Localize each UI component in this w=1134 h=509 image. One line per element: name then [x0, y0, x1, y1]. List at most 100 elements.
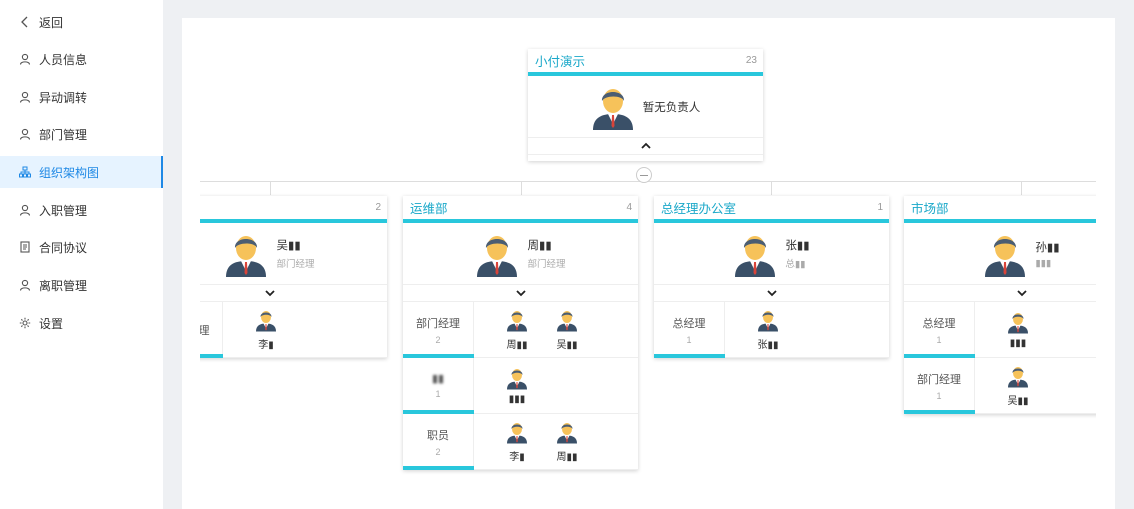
user-icon: [19, 128, 31, 140]
chevron-down-icon: [1016, 290, 1027, 297]
role-cell: ▮▮ 1: [403, 358, 474, 414]
connector-line: [771, 181, 772, 195]
back-button[interactable]: 返回: [0, 6, 163, 38]
sidebar-item-label: 返回: [39, 15, 64, 30]
avatar: [985, 235, 1026, 277]
role-count: 1: [936, 390, 942, 401]
org-card-department: 运维部 4 周▮▮ 部门经理 部门经理 2 周▮▮ 吴▮▮ ▮▮ 1 ▮▮▮ 职…: [403, 196, 638, 470]
card-title[interactable]: 运维部: [410, 198, 448, 217]
chevron-down-icon: [264, 290, 275, 297]
collapse-button[interactable]: [636, 167, 652, 183]
role-row: 理 李▮: [200, 302, 387, 358]
leader-name: 吴▮▮: [276, 240, 301, 252]
role-label: 总经理: [672, 317, 706, 330]
avatar: [256, 311, 276, 332]
avatar: [507, 369, 527, 390]
org-chart-icon: [19, 166, 31, 178]
sidebar-item-resignation[interactable]: 离职管理: [0, 269, 163, 301]
role-label: 部门经理: [917, 373, 961, 386]
connector-line: [270, 181, 271, 195]
toggle-button[interactable]: [528, 138, 763, 155]
avatar: [735, 235, 776, 277]
role-row: 总经理 1 ▮▮▮: [904, 302, 1096, 358]
sidebar-item-label: 人员信息: [39, 52, 88, 67]
avatar: [477, 235, 518, 277]
member[interactable]: 张▮▮: [743, 308, 793, 351]
role-count: 1: [936, 334, 942, 345]
card-count: 1: [877, 202, 883, 213]
org-card-root: 小付演示 23 暂无负责人: [528, 49, 763, 161]
role-label: 部门经理: [416, 317, 460, 330]
member[interactable]: ▮▮▮: [993, 310, 1043, 349]
member-name: 吴▮▮: [1007, 396, 1029, 407]
role-count: 1: [435, 389, 441, 399]
role-row: 部门经理 1 吴▮▮: [904, 358, 1096, 414]
sidebar-item-contracts[interactable]: 合同协议: [0, 231, 163, 263]
user-icon: [19, 91, 31, 103]
member[interactable]: ▮▮▮: [492, 366, 542, 405]
sidebar-item-label: 异动调转: [39, 90, 88, 105]
org-card-department: 市场部 孙▮▮ ▮▮▮ 总经理 1 ▮▮▮ 部门经理 1 吴▮▮: [904, 196, 1096, 414]
role-row: ▮▮ 1 ▮▮▮: [403, 358, 638, 414]
user-icon: [19, 204, 31, 216]
member-name: ▮▮▮: [508, 394, 526, 405]
org-card-department: 2 吴▮▮ 部门经理 理 李▮: [200, 196, 387, 358]
sidebar-item-settings[interactable]: 设置: [0, 307, 163, 339]
avatar: [557, 423, 577, 444]
avatar: [758, 311, 778, 332]
role-count: 1: [686, 334, 692, 345]
sidebar-item-departments[interactable]: 部门管理: [0, 118, 163, 150]
card-count: 4: [626, 202, 632, 213]
card-title[interactable]: 市场部: [911, 198, 949, 217]
member[interactable]: 周▮▮: [542, 420, 592, 463]
sidebar-item-label: 部门管理: [39, 127, 88, 142]
toggle-button[interactable]: [200, 285, 387, 302]
card-title[interactable]: 总经理办公室: [661, 198, 736, 217]
leader-role: 总▮▮: [785, 259, 806, 270]
role-row: 总经理 1 张▮▮: [654, 302, 889, 358]
leader-name: 周▮▮: [527, 240, 552, 252]
sidebar-item-transfer[interactable]: 异动调转: [0, 81, 163, 113]
member[interactable]: 李▮: [492, 420, 542, 463]
leader-name: 孙▮▮: [1035, 241, 1060, 254]
org-card-department: 总经理办公室 1 张▮▮ 总▮▮ 总经理 1 张▮▮: [654, 196, 889, 358]
role-cell: 职员 2: [403, 414, 474, 470]
card-title[interactable]: 小付演示: [535, 51, 585, 70]
role-cell: 部门经理 2: [403, 302, 474, 358]
member[interactable]: 周▮▮: [492, 308, 542, 351]
avatar: [1008, 313, 1028, 334]
role-label: ▮▮: [431, 373, 445, 385]
back-icon: [19, 16, 31, 28]
toggle-button[interactable]: [403, 285, 638, 302]
chevron-down-icon: [766, 290, 777, 297]
user-icon: [19, 279, 31, 291]
member[interactable]: 李▮: [241, 308, 291, 351]
sidebar-item-org-chart[interactable]: 组织架构图: [0, 156, 163, 188]
avatar: [507, 423, 527, 444]
minus-icon: [640, 174, 648, 176]
leader-role: ▮▮▮: [1035, 257, 1052, 269]
member-name: 李▮: [509, 452, 525, 463]
org-chart-canvas[interactable]: 小付演示 23 暂无负责人 2 吴▮▮ 部门经理 理 李▮ 运维部 4 周▮▮ …: [200, 0, 1096, 509]
member[interactable]: 吴▮▮: [993, 364, 1043, 407]
toggle-button[interactable]: [904, 285, 1096, 302]
toggle-button[interactable]: [654, 285, 889, 302]
member[interactable]: 吴▮▮: [542, 308, 592, 351]
card-count: 2: [375, 202, 381, 213]
role-cell: 理: [200, 302, 223, 358]
role-label: 理: [200, 324, 210, 337]
avatar: [507, 311, 527, 332]
member-name: 周▮▮: [506, 340, 528, 351]
role-label: 职员: [427, 429, 449, 442]
role-count: 2: [435, 334, 441, 345]
leader-role: 部门经理: [527, 259, 566, 270]
member-name: 吴▮▮: [556, 340, 578, 351]
connector-line: [521, 181, 522, 195]
card-count: 23: [745, 55, 757, 66]
leader-role: 部门经理: [276, 259, 315, 270]
sidebar-item-personnel[interactable]: 人员信息: [0, 43, 163, 75]
gear-icon: [19, 317, 31, 329]
role-row: 职员 2 李▮ 周▮▮: [403, 414, 638, 470]
sidebar-item-onboarding[interactable]: 入职管理: [0, 194, 163, 226]
member-name: 周▮▮: [556, 452, 578, 463]
